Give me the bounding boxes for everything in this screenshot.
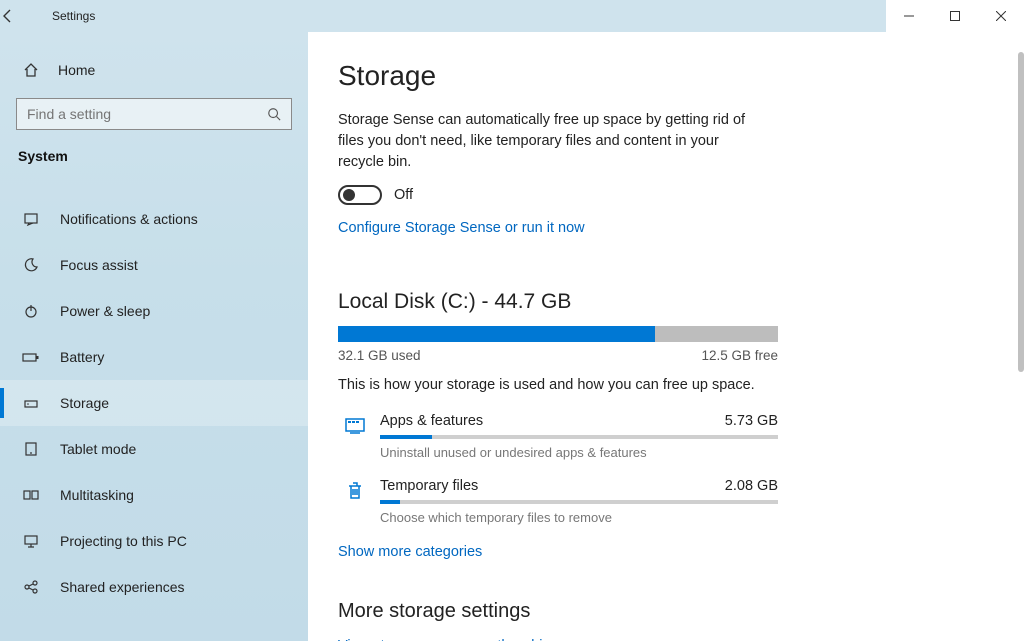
nav-focus-assist[interactable]: Focus assist [0,242,308,288]
tablet-icon [20,441,42,457]
maximize-button[interactable] [932,0,978,32]
apps-icon [338,413,372,437]
sidebar: Home System Notifications & actions Focu… [0,32,308,641]
titlebar: Settings [0,0,1024,32]
disk-usage-bar [338,326,778,342]
power-icon [20,303,42,319]
category-hint: Uninstall unused or undesired apps & fea… [380,445,778,460]
minimize-button[interactable] [886,0,932,32]
nav-battery[interactable]: Battery [0,334,308,380]
storage-sense-desc: Storage Sense can automatically free up … [338,110,758,173]
projecting-icon [20,533,42,549]
search-icon [267,107,281,121]
page-title: Storage [338,60,994,92]
nav-label: Storage [60,395,109,411]
home-nav[interactable]: Home [0,50,308,90]
search-input[interactable] [27,106,267,122]
nav-label: Focus assist [60,257,138,273]
category-name: Temporary files [380,478,478,494]
category-size: 5.73 GB [725,413,778,429]
home-icon [20,62,42,78]
search-box[interactable] [16,98,292,130]
nav-label: Projecting to this PC [60,533,187,549]
scrollbar[interactable] [1008,32,1024,641]
nav-label: Battery [60,349,104,365]
category-size: 2.08 GB [725,478,778,494]
multitasking-icon [20,487,42,503]
battery-icon [20,349,42,365]
category-apps-features[interactable]: Apps & features 5.73 GB Uninstall unused… [338,413,778,460]
category-name: Apps & features [380,413,483,429]
nav-label: Multitasking [60,487,134,503]
toggle-state-label: Off [394,187,413,203]
nav-label: Notifications & actions [60,211,198,227]
content: Storage Storage Sense can automatically … [308,32,1024,641]
section-label: System [0,144,308,172]
disk-used-label: 32.1 GB used [338,348,421,363]
trash-icon [338,478,372,502]
nav-projecting[interactable]: Projecting to this PC [0,518,308,564]
nav-label: Tablet mode [60,441,136,457]
storage-icon [20,395,42,411]
more-storage-settings-title: More storage settings [338,600,778,623]
category-temporary-files[interactable]: Temporary files 2.08 GB Choose which tem… [338,478,778,525]
notifications-icon [20,211,42,227]
nav-label: Shared experiences [60,579,185,595]
home-label: Home [58,62,95,78]
disk-free-label: 12.5 GB free [701,348,778,363]
nav-multitasking[interactable]: Multitasking [0,472,308,518]
share-icon [20,579,42,595]
app-title: Settings [48,9,95,23]
nav-tablet-mode[interactable]: Tablet mode [0,426,308,472]
disk-title: Local Disk (C:) - 44.7 GB [338,290,778,314]
close-button[interactable] [978,0,1024,32]
nav-notifications[interactable]: Notifications & actions [0,196,308,242]
nav-label: Power & sleep [60,303,150,319]
back-button[interactable] [0,8,48,24]
category-hint: Choose which temporary files to remove [380,510,778,525]
nav-shared-experiences[interactable]: Shared experiences [0,564,308,610]
nav-power-sleep[interactable]: Power & sleep [0,288,308,334]
storage-sense-toggle[interactable] [338,185,382,205]
nav-storage[interactable]: Storage [0,380,308,426]
configure-storage-sense-link[interactable]: Configure Storage Sense or run it now [338,220,585,236]
moon-icon [20,257,42,273]
show-more-categories-link[interactable]: Show more categories [338,544,482,560]
disk-desc: This is how your storage is used and how… [338,377,778,393]
